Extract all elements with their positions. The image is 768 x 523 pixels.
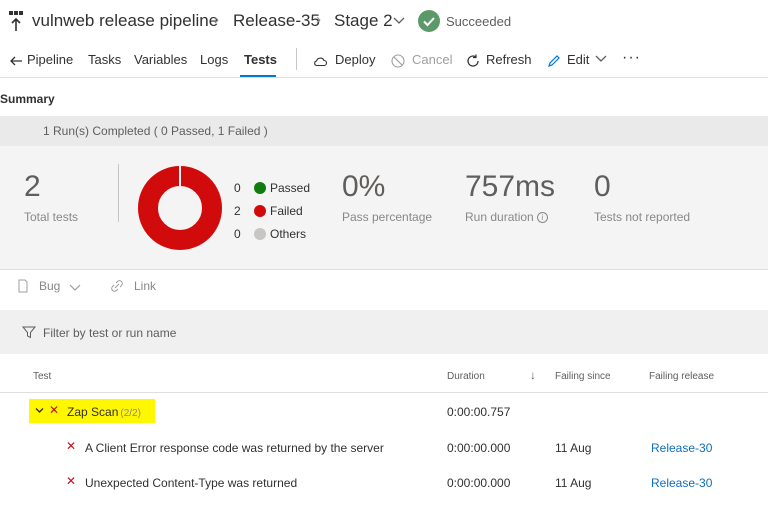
total-tests-value: 2	[24, 170, 41, 203]
sort-down-arrow-icon[interactable]: ↓	[530, 368, 536, 382]
tab-variables[interactable]: Variables	[134, 52, 187, 67]
run-duration-label: Run duration	[465, 210, 534, 224]
group-duration: 0:00:00.757	[447, 405, 511, 419]
cancel-icon[interactable]	[390, 53, 406, 69]
toolbar-divider	[296, 48, 297, 70]
summary-title: Summary	[0, 92, 55, 106]
summary-divider	[118, 164, 119, 222]
failing-release-link[interactable]: Release-30	[651, 476, 712, 490]
test-failing-since: 11 Aug	[555, 441, 592, 455]
tab-pipeline[interactable]: Pipeline	[27, 52, 73, 67]
succeeded-check-icon	[418, 10, 440, 32]
tab-tests[interactable]: Tests	[244, 52, 277, 67]
test-outcome-donut-chart	[138, 166, 222, 250]
legend-others-dot	[254, 228, 266, 240]
column-header-failing-release[interactable]: Failing release	[649, 371, 714, 382]
legend-others-label: Others	[270, 227, 307, 241]
group-name: Zap Scan	[67, 405, 119, 419]
group-count: (2/2)	[120, 408, 141, 419]
stage-chevron-down-icon[interactable]	[393, 15, 405, 25]
link-button[interactable]: Link	[134, 279, 156, 293]
legend-failed-count: 2	[234, 204, 241, 218]
test-name[interactable]: A Client Error response code was returne…	[85, 441, 384, 455]
total-tests-label: Total tests	[24, 210, 79, 224]
filter-bar[interactable]: Filter by test or run name	[0, 310, 768, 354]
breadcrumb-separator: ›	[316, 11, 321, 28]
header: vulnweb release pipeline › Release-35 › …	[0, 0, 768, 44]
legend-others-count: 0	[234, 227, 241, 241]
failed-x-icon: ✕	[66, 439, 77, 453]
toolbar: Pipeline Tasks Variables Logs Tests Depl…	[0, 44, 768, 78]
filter-funnel-icon	[22, 326, 36, 339]
cloud-deploy-icon[interactable]	[312, 53, 328, 69]
group-zap-scan[interactable]: Zap Scan (2/2)	[67, 405, 141, 419]
summary-panel: 2 Total tests 0 Passed 2 Failed 0 Others…	[0, 146, 768, 270]
bug-chevron-down-icon[interactable]	[69, 282, 81, 292]
tab-tasks[interactable]: Tasks	[88, 52, 121, 67]
run-duration-label-wrap: Run duration i	[465, 210, 548, 224]
back-arrow-icon[interactable]	[8, 53, 24, 69]
runs-completed-text: 1 Run(s) Completed ( 0 Passed, 1 Failed …	[43, 124, 268, 138]
active-tab-indicator	[240, 75, 276, 77]
bug-button[interactable]: Bug	[39, 279, 60, 293]
legend-failed-label: Failed	[270, 204, 303, 218]
filter-input[interactable]: Filter by test or run name	[43, 326, 176, 340]
refresh-icon[interactable]	[465, 53, 481, 69]
release-pipeline-icon	[9, 11, 23, 31]
failed-x-icon: ✕	[66, 474, 77, 488]
legend-passed-dot	[254, 182, 266, 194]
tab-logs[interactable]: Logs	[200, 52, 228, 67]
bug-document-icon[interactable]	[16, 279, 30, 293]
legend-passed-count: 0	[234, 181, 241, 195]
column-header-failing-since[interactable]: Failing since	[555, 371, 611, 382]
run-duration-value: 757ms	[465, 170, 556, 203]
edit-pencil-icon[interactable]	[546, 53, 562, 69]
tests-not-reported-value: 0	[594, 170, 611, 203]
legend-passed-label: Passed	[270, 181, 311, 195]
failing-release-link[interactable]: Release-30	[651, 441, 712, 455]
pass-percentage-value: 0%	[342, 170, 386, 203]
test-duration: 0:00:00.000	[447, 441, 511, 455]
info-icon[interactable]: i	[536, 212, 548, 223]
link-icon[interactable]	[110, 279, 124, 293]
tests-not-reported-label: Tests not reported	[594, 210, 691, 224]
breadcrumb-separator: ›	[214, 11, 219, 28]
expand-chevron-down-icon[interactable]	[35, 407, 44, 414]
edit-chevron-down-icon[interactable]	[595, 53, 607, 63]
test-duration: 0:00:00.000	[447, 476, 511, 490]
pass-percentage-label: Pass percentage	[342, 210, 433, 224]
stage-name[interactable]: Stage 2	[334, 11, 393, 31]
test-name[interactable]: Unexpected Content-Type was returned	[85, 476, 297, 490]
header-divider	[0, 392, 768, 393]
failed-x-icon: ✕	[49, 403, 60, 417]
column-header-test[interactable]: Test	[33, 371, 51, 382]
refresh-button[interactable]: Refresh	[486, 52, 532, 67]
status-text: Succeeded	[446, 14, 512, 29]
more-actions-button[interactable]: ···	[622, 49, 641, 67]
test-failing-since: 11 Aug	[555, 476, 592, 490]
summary-band: 1 Run(s) Completed ( 0 Passed, 1 Failed …	[0, 116, 768, 146]
deploy-button[interactable]: Deploy	[335, 52, 375, 67]
edit-button[interactable]: Edit	[567, 52, 589, 67]
cancel-button[interactable]: Cancel	[412, 52, 452, 67]
legend-failed-dot	[254, 205, 266, 217]
release-name-link[interactable]: Release-35	[233, 11, 320, 31]
pipeline-name-link[interactable]: vulnweb release pipeline	[32, 11, 218, 31]
column-header-duration[interactable]: Duration	[447, 371, 485, 382]
